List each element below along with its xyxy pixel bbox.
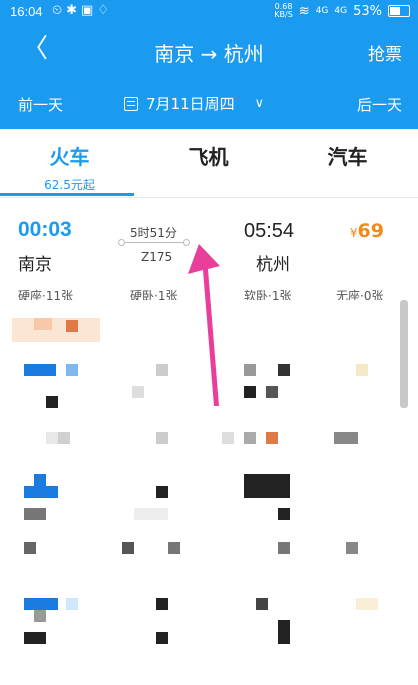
annotation-arrow-icon — [188, 244, 220, 406]
